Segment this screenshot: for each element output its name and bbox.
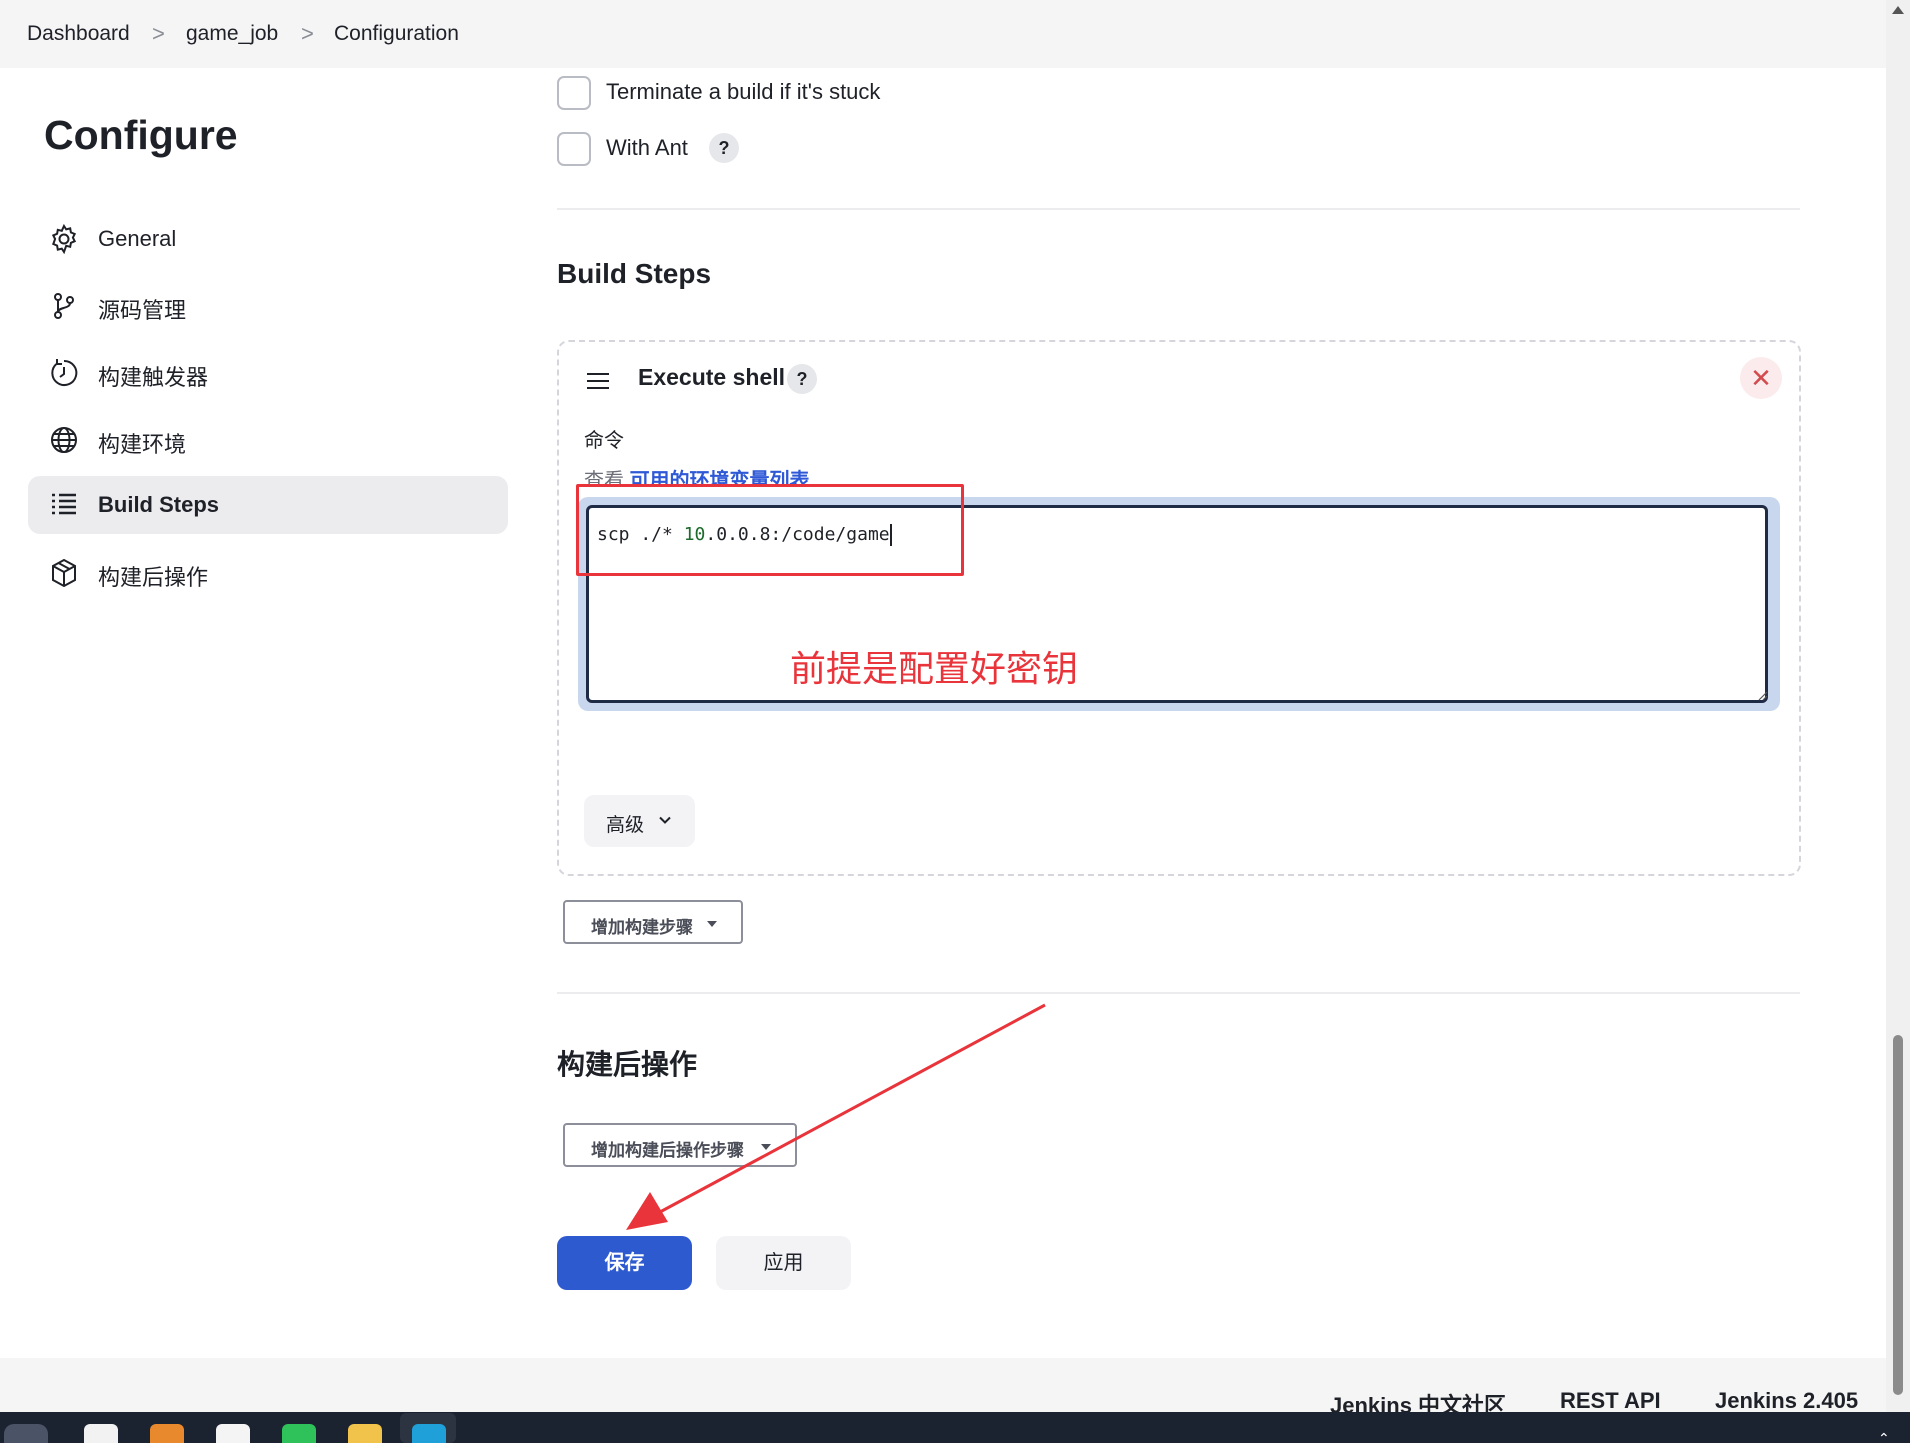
caret-down-icon bbox=[707, 921, 717, 927]
sidebar-item-label: 构建触发器 bbox=[98, 365, 209, 390]
breadcrumb-configuration[interactable]: Configuration bbox=[334, 22, 459, 46]
scroll-up-arrow[interactable] bbox=[1892, 6, 1904, 14]
breadcrumb: Dashboard > game_job > Configuration bbox=[0, 0, 1886, 68]
sidebar-item-build-steps[interactable]: Build Steps bbox=[28, 476, 508, 534]
clock-icon bbox=[51, 359, 78, 386]
text-editor-icon[interactable] bbox=[84, 1424, 118, 1443]
breadcrumb-separator: > bbox=[152, 21, 165, 46]
wechat-icon[interactable] bbox=[282, 1424, 316, 1443]
add-post-build-step-label: 增加构建后操作步骤 bbox=[591, 1141, 744, 1160]
folder-icon[interactable] bbox=[348, 1424, 382, 1443]
sidebar-item-label: 构建环境 bbox=[98, 432, 187, 457]
post-build-heading: 构建后操作 bbox=[557, 1049, 698, 1080]
terminate-stuck-checkbox[interactable] bbox=[557, 76, 591, 110]
scrollbar-thumb[interactable] bbox=[1893, 1035, 1903, 1395]
package-icon bbox=[52, 558, 76, 588]
annotation-highlight-box bbox=[576, 484, 964, 576]
breadcrumb-separator: > bbox=[301, 21, 314, 46]
edge-browser-icon[interactable] bbox=[412, 1424, 446, 1443]
tray-chevron-icon[interactable]: ⌃ bbox=[1878, 1430, 1890, 1447]
start-icon[interactable] bbox=[4, 1424, 48, 1443]
resize-handle-icon[interactable] bbox=[1756, 689, 1768, 701]
breadcrumb-game-job[interactable]: game_job bbox=[186, 22, 278, 46]
execute-shell-title: Execute shell bbox=[638, 364, 786, 390]
sidebar-item-label: 构建后操作 bbox=[98, 565, 209, 590]
command-label: 命令 bbox=[584, 430, 624, 452]
with-ant-checkbox[interactable] bbox=[557, 132, 591, 166]
sidebar-item-triggers[interactable]: 构建触发器 bbox=[28, 344, 508, 402]
add-build-step-label: 增加构建步骤 bbox=[591, 918, 693, 937]
caret-down-icon bbox=[761, 1144, 771, 1150]
add-post-build-step-button[interactable]: 增加构建后操作步骤 bbox=[563, 1123, 797, 1167]
advanced-button[interactable]: 高级 bbox=[584, 795, 695, 847]
env-vars-hint: 查看 可用的环境变量列表 bbox=[584, 464, 810, 486]
drag-handle-icon[interactable] bbox=[587, 373, 609, 389]
sidebar-item-environment[interactable]: 构建环境 bbox=[28, 411, 508, 469]
footer-version-link[interactable]: Jenkins 2.405 bbox=[1715, 1388, 1858, 1412]
with-ant-label: With Ant bbox=[606, 135, 688, 160]
globe-icon bbox=[51, 427, 77, 453]
add-build-step-button[interactable]: 增加构建步骤 bbox=[563, 900, 743, 944]
save-button[interactable]: 保存 bbox=[557, 1236, 692, 1290]
apply-button[interactable]: 应用 bbox=[716, 1236, 851, 1290]
breadcrumb-dashboard[interactable]: Dashboard bbox=[27, 22, 130, 46]
chevron-down-icon bbox=[658, 813, 672, 832]
app-red-icon[interactable] bbox=[216, 1424, 250, 1443]
branch-icon bbox=[54, 293, 74, 319]
section-divider bbox=[557, 208, 1800, 210]
footer-community-link[interactable]: Jenkins 中文社区 bbox=[1330, 1388, 1506, 1412]
sidebar-item-label: 源码管理 bbox=[98, 298, 187, 323]
list-icon bbox=[52, 493, 76, 515]
with-ant-help-icon[interactable]: ? bbox=[709, 133, 739, 163]
execute-shell-help-icon[interactable]: ? bbox=[787, 364, 817, 394]
sidebar-item-label: General bbox=[98, 226, 177, 251]
sidebar-item-post-build[interactable]: 构建后操作 bbox=[28, 544, 508, 602]
section-divider bbox=[557, 992, 1800, 994]
sidebar-item-general[interactable]: General bbox=[28, 210, 508, 268]
terminate-stuck-label: Terminate a build if it's stuck bbox=[606, 79, 881, 104]
sidebar-item-source[interactable]: 源码管理 bbox=[28, 277, 508, 335]
sidebar-item-label: Build Steps bbox=[98, 492, 220, 517]
app-orange-icon[interactable] bbox=[150, 1424, 184, 1443]
delete-step-button[interactable]: ✕ bbox=[1740, 357, 1782, 399]
annotation-note: 前提是配置好密钥 bbox=[790, 648, 1079, 689]
footer-rest-api-link[interactable]: REST API bbox=[1560, 1388, 1661, 1412]
advanced-label: 高级 bbox=[606, 815, 645, 836]
build-steps-heading: Build Steps bbox=[557, 258, 712, 289]
sidebar-title: Configure bbox=[44, 112, 238, 158]
gear-icon bbox=[51, 223, 77, 255]
